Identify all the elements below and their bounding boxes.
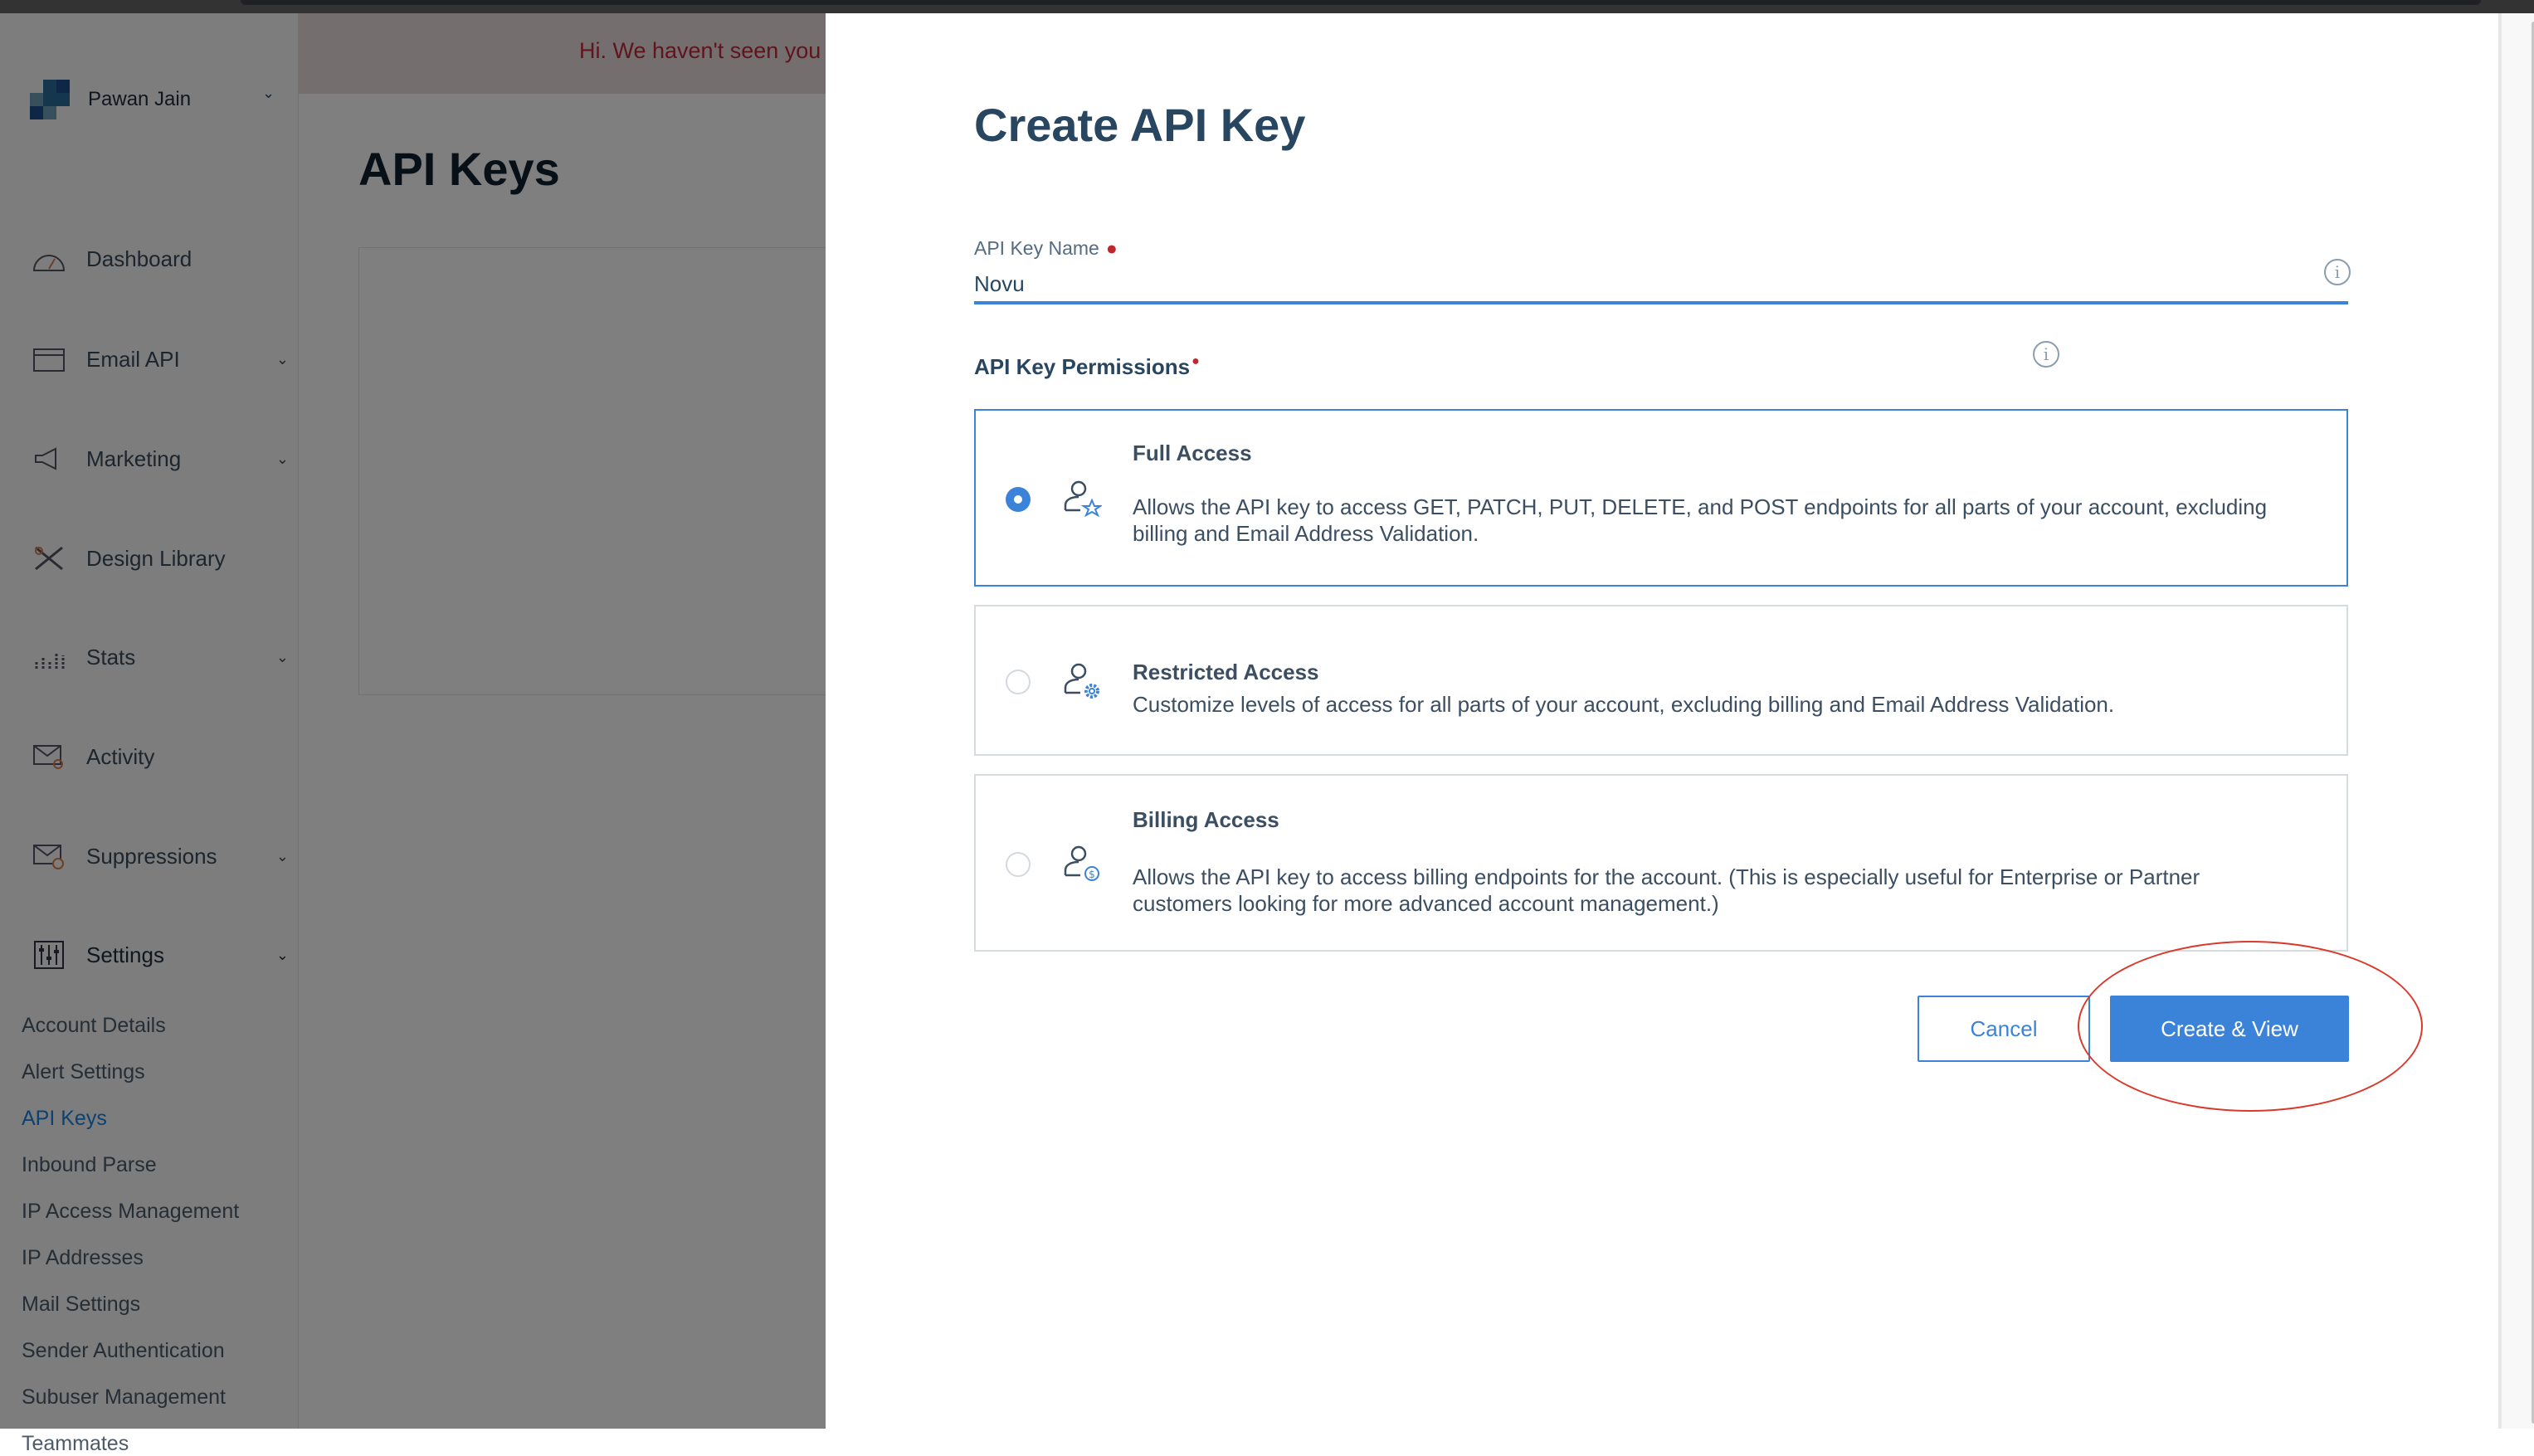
option-description: Allows the API key to access billing end…	[1133, 864, 2200, 916]
radio-button[interactable]	[1006, 670, 1031, 694]
info-icon[interactable]: i	[2324, 259, 2351, 285]
permission-option-full-access[interactable]: Full Access Allows the API key to access …	[974, 409, 2348, 587]
settings-item-teammates[interactable]: Teammates	[22, 1432, 129, 1456]
permissions-label: API Key Permissions ●	[974, 354, 1200, 379]
cancel-button[interactable]: Cancel	[1918, 996, 2090, 1062]
user-gear-icon	[1062, 661, 1102, 701]
modal-backdrop[interactable]	[0, 13, 826, 1429]
required-indicator: ●	[1191, 354, 1200, 368]
option-description: Allows the API key to access GET, PATCH,…	[1133, 494, 2268, 546]
svg-text:$: $	[1089, 869, 1095, 880]
browser-chrome	[241, 0, 2481, 5]
permission-option-restricted-access[interactable]: Restricted Access Customize levels of acc…	[974, 605, 2348, 756]
radio-button[interactable]	[1006, 487, 1031, 512]
permission-option-billing-access[interactable]: $ Billing Access Allows the API key to acc…	[974, 774, 2348, 952]
required-indicator: ●	[1105, 237, 1118, 259]
scroll-track	[2500, 13, 2534, 1429]
api-key-name-label: API Key Name ●	[974, 237, 1118, 259]
user-dollar-icon: $	[1062, 844, 1102, 884]
option-description: Customize levels of access for all parts…	[1133, 692, 2115, 717]
info-icon[interactable]: i	[2033, 341, 2059, 368]
modal-title: Create API Key	[974, 99, 1306, 151]
user-star-icon	[1062, 479, 1104, 519]
option-title: Restricted Access	[1133, 660, 1319, 684]
option-title: Full Access	[1133, 441, 1252, 465]
browser-top-bar	[0, 0, 2534, 13]
option-title: Billing Access	[1133, 807, 1279, 832]
annotation-ellipse	[2078, 941, 2423, 1112]
create-api-key-modal: Create API Key API Key Name● i API Key P…	[826, 13, 2500, 1429]
radio-button[interactable]	[1006, 852, 1031, 877]
api-key-name-input[interactable]	[974, 266, 2348, 304]
